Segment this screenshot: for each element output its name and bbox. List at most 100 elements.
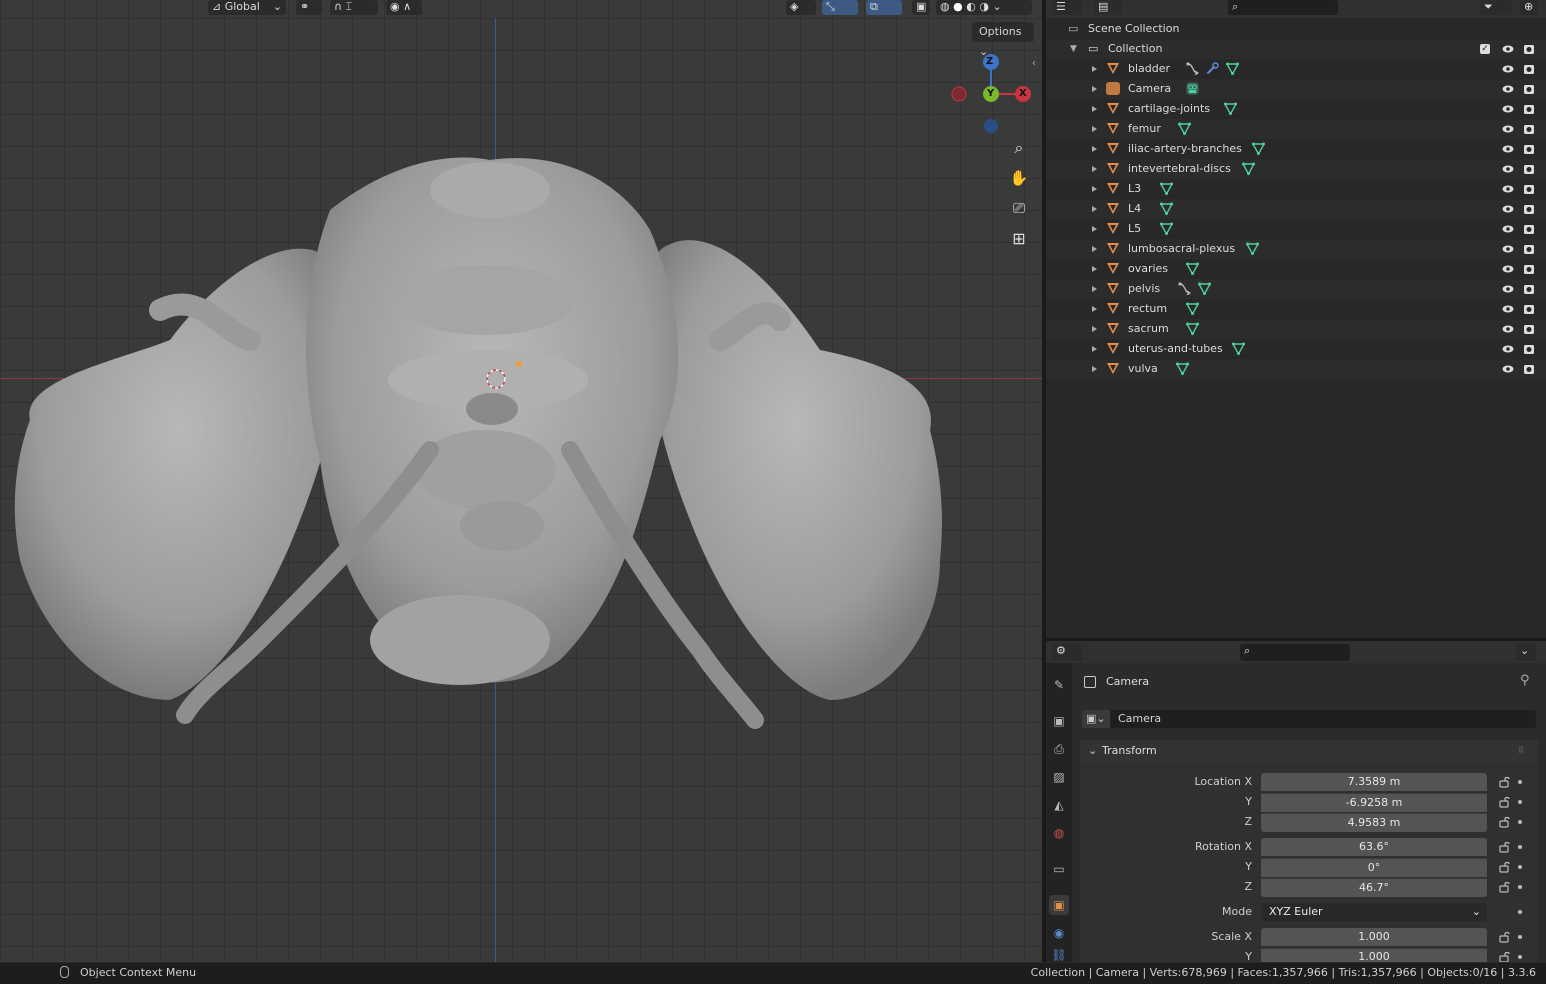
- render-camera-icon[interactable]: [1523, 343, 1535, 355]
- collection-tab[interactable]: ▭: [1049, 859, 1069, 879]
- pin-icon[interactable]: ⚲: [1520, 673, 1530, 688]
- render-camera-icon[interactable]: [1523, 63, 1535, 75]
- render-camera-icon[interactable]: [1523, 283, 1535, 295]
- world-tab[interactable]: ◍: [1049, 823, 1069, 843]
- outliner-row-femur[interactable]: femur: [1046, 119, 1546, 139]
- camera-data-icon[interactable]: [1186, 82, 1199, 95]
- expand-arrow-icon[interactable]: [1092, 66, 1097, 72]
- render-camera-icon[interactable]: [1523, 163, 1535, 175]
- mesh-data-icon[interactable]: [1226, 62, 1239, 75]
- header-options-dropdown[interactable]: ⌄: [1516, 644, 1536, 661]
- keyframe-dot-icon[interactable]: [1518, 910, 1522, 914]
- render-camera-icon[interactable]: [1523, 223, 1535, 235]
- filter-dropdown[interactable]: ⏷: [1480, 0, 1512, 15]
- outliner-row-l3[interactable]: L3: [1046, 179, 1546, 199]
- 3d-viewport[interactable]: ⊿ Global ⌄ ⚭ ∩ ⌶ ◉ ∧ ◈ ⤡ ⧉ ▣ ◍ ● ◐ ◑ ⌄ O…: [0, 0, 1042, 962]
- expand-arrow-icon[interactable]: [1092, 186, 1097, 192]
- snap-toggle[interactable]: ∩ ⌶: [330, 0, 378, 15]
- keyframe-dot-icon[interactable]: [1518, 780, 1522, 784]
- scene-collection-row[interactable]: ▭ Scene Collection: [1046, 19, 1546, 39]
- gizmo-toggle[interactable]: ⤡: [822, 0, 858, 15]
- keyframe-dot-icon[interactable]: [1518, 955, 1522, 959]
- eye-icon[interactable]: [1502, 83, 1514, 95]
- location-x-field[interactable]: 7.3589 m: [1261, 773, 1487, 791]
- eye-icon[interactable]: [1502, 223, 1514, 235]
- output-tab[interactable]: ⎙: [1049, 739, 1069, 759]
- expand-arrow-icon[interactable]: [1092, 146, 1097, 152]
- mesh-data-icon[interactable]: [1186, 302, 1199, 315]
- mesh-data-icon[interactable]: [1160, 202, 1173, 215]
- unlock-icon[interactable]: [1499, 776, 1511, 788]
- pelvis-model[interactable]: [0, 0, 1042, 962]
- keyframe-dot-icon[interactable]: [1518, 935, 1522, 939]
- render-camera-icon[interactable]: [1523, 303, 1535, 315]
- mesh-data-icon[interactable]: [1246, 242, 1259, 255]
- outliner-row-lumbosacral-plexus[interactable]: lumbosacral-plexus: [1046, 239, 1546, 259]
- rotation-mode-dropdown[interactable]: XYZ Euler ⌄: [1261, 903, 1487, 921]
- render-camera-icon[interactable]: [1523, 183, 1535, 195]
- location-y-field[interactable]: -6.9258 m: [1261, 793, 1487, 812]
- constraints-tab[interactable]: ⛓: [1049, 948, 1069, 962]
- unlock-icon[interactable]: [1499, 816, 1511, 828]
- grid-ortho-icon[interactable]: ⊞: [1006, 225, 1032, 251]
- expand-arrow-icon[interactable]: [1092, 206, 1097, 212]
- constraint-icon[interactable]: [1178, 282, 1191, 295]
- scene-tab[interactable]: ◭: [1049, 795, 1069, 815]
- render-camera-icon[interactable]: [1523, 243, 1535, 255]
- collection-row[interactable]: ▼ ▭ Collection ✓: [1046, 39, 1546, 59]
- expand-arrow-icon[interactable]: [1092, 126, 1097, 132]
- eye-icon[interactable]: [1502, 323, 1514, 335]
- unlock-icon[interactable]: [1499, 841, 1511, 853]
- render-camera-icon[interactable]: [1523, 143, 1535, 155]
- outliner-row-l4[interactable]: L4: [1046, 199, 1546, 219]
- overlays-toggle[interactable]: ⧉: [866, 0, 902, 15]
- shading-modes[interactable]: ◍ ● ◐ ◑ ⌄: [936, 0, 1032, 15]
- exclude-checkbox[interactable]: ✓: [1480, 44, 1490, 54]
- editor-type-dropdown[interactable]: ⚙: [1052, 644, 1082, 661]
- mesh-data-icon[interactable]: [1242, 162, 1255, 175]
- wrench-icon[interactable]: [1206, 62, 1219, 75]
- physics-tab[interactable]: ◉: [1049, 923, 1069, 943]
- eye-icon[interactable]: [1502, 283, 1514, 295]
- mesh-data-icon[interactable]: [1160, 222, 1173, 235]
- render-camera-icon[interactable]: [1523, 43, 1535, 55]
- mesh-data-icon[interactable]: [1198, 282, 1211, 295]
- expand-arrow-icon[interactable]: [1092, 246, 1097, 252]
- scale-x-field[interactable]: 1.000: [1261, 928, 1487, 946]
- collapse-arrow-icon[interactable]: ▼: [1070, 39, 1077, 59]
- eye-icon[interactable]: [1502, 143, 1514, 155]
- eye-icon[interactable]: [1502, 343, 1514, 355]
- keyframe-dot-icon[interactable]: [1518, 865, 1522, 869]
- mesh-data-icon[interactable]: [1186, 322, 1199, 335]
- mesh-data-icon[interactable]: [1160, 182, 1173, 195]
- unlock-icon[interactable]: [1499, 931, 1511, 943]
- expand-arrow-icon[interactable]: [1092, 106, 1097, 112]
- expand-arrow-icon[interactable]: [1092, 306, 1097, 312]
- render-camera-icon[interactable]: [1523, 323, 1535, 335]
- outliner-search-input[interactable]: ⌕: [1228, 0, 1338, 15]
- keyframe-dot-icon[interactable]: [1518, 885, 1522, 889]
- mesh-data-icon[interactable]: [1176, 362, 1189, 375]
- visibility-dropdown[interactable]: ◈: [786, 0, 816, 15]
- display-mode-dropdown[interactable]: ▤: [1094, 0, 1122, 15]
- camera-view-icon[interactable]: ⎚: [1006, 195, 1032, 221]
- outliner-row-l5[interactable]: L5: [1046, 219, 1546, 239]
- unlock-icon[interactable]: [1499, 861, 1511, 873]
- mesh-data-icon[interactable]: [1224, 102, 1237, 115]
- outliner-row-intevertebral-discs[interactable]: intevertebral-discs: [1046, 159, 1546, 179]
- outliner-row-iliac-artery-branches[interactable]: iliac-artery-branches: [1046, 139, 1546, 159]
- render-camera-icon[interactable]: [1523, 83, 1535, 95]
- tool-tab[interactable]: ✎: [1049, 675, 1069, 695]
- zoom-icon[interactable]: ⌕: [1006, 135, 1032, 161]
- transform-orientation-dropdown[interactable]: ⊿ Global ⌄: [208, 0, 286, 15]
- eye-icon[interactable]: [1502, 303, 1514, 315]
- keyframe-dot-icon[interactable]: [1518, 800, 1522, 804]
- expand-arrow-icon[interactable]: [1092, 286, 1097, 292]
- rotation-y-field[interactable]: 0°: [1261, 858, 1487, 877]
- options-dropdown[interactable]: Options ⌄: [972, 22, 1034, 58]
- eye-icon[interactable]: [1502, 243, 1514, 255]
- unlock-icon[interactable]: [1499, 796, 1511, 808]
- mesh-data-icon[interactable]: [1252, 142, 1265, 155]
- rotation-z-field[interactable]: 46.7°: [1261, 878, 1487, 897]
- eye-icon[interactable]: [1502, 203, 1514, 215]
